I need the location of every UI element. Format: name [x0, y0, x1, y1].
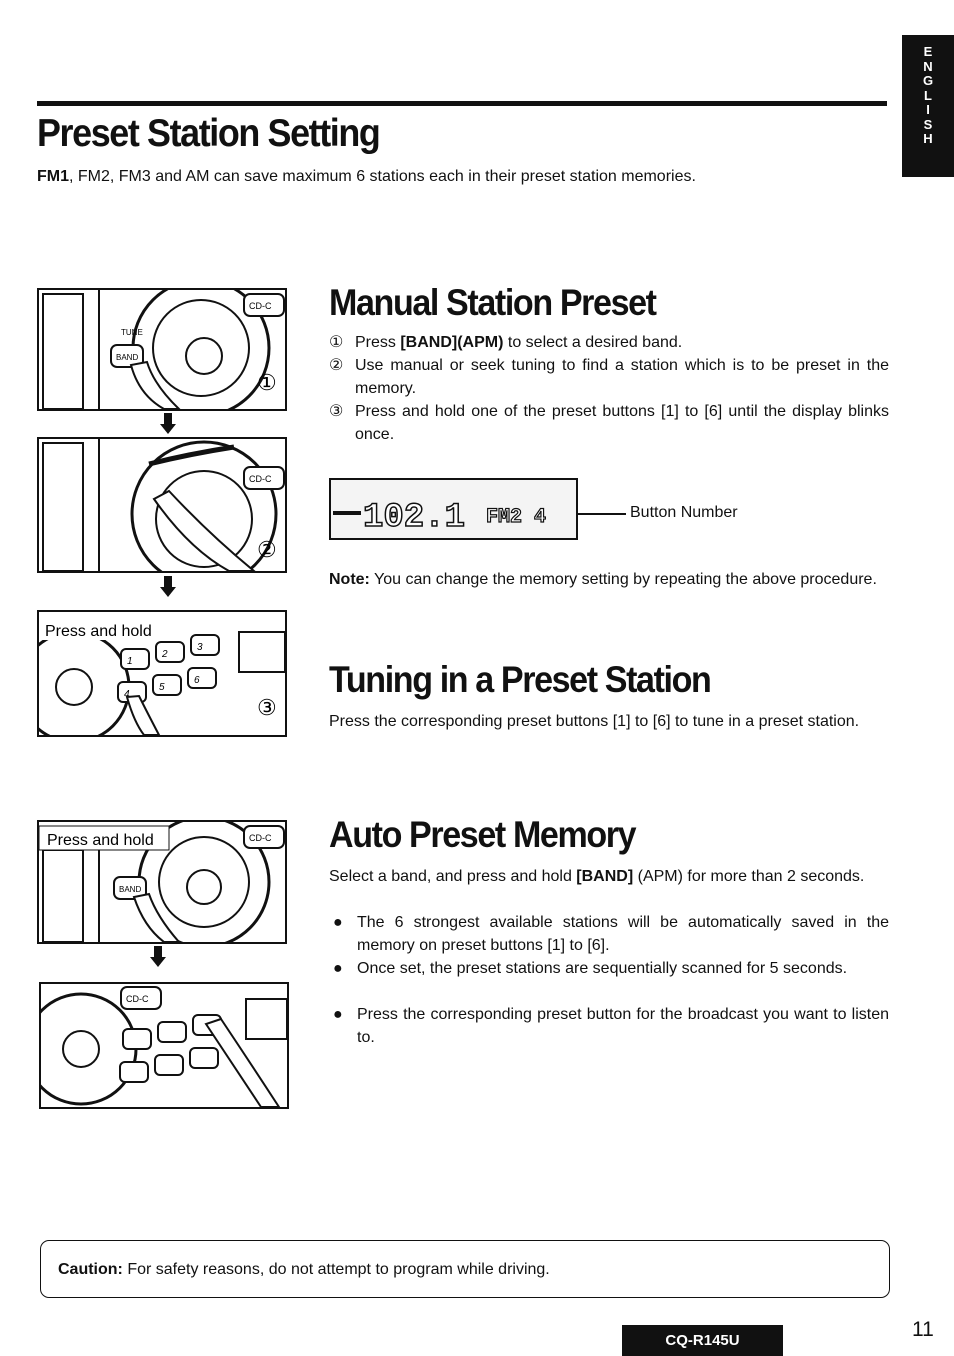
intro-text: FM1, FM2, FM3 and AM can save maximum 6 …: [37, 165, 696, 188]
auto-bullets: ● The 6 strongest available stations will…: [329, 911, 889, 1049]
display-preset-number: 4: [534, 506, 546, 529]
preset-3: 3: [197, 642, 203, 653]
step-number: ③: [329, 403, 344, 420]
auto-intro-text: Select a band, and press and hold: [329, 868, 577, 885]
tab-letter: H: [923, 131, 933, 146]
manual-steps: ① Press [BAND](APM) to select a desired b…: [329, 331, 889, 446]
cdc-label: CD-C: [249, 474, 272, 484]
illustration-auto-1: BAND CD-C Press and hold: [37, 820, 287, 944]
bullet-text: The 6 strongest available stations will …: [357, 914, 889, 954]
intro-bold: FM1: [37, 168, 69, 185]
page-title: Preset Station Setting: [37, 112, 381, 155]
section-rule: [37, 101, 887, 106]
illustration-step-3: 1 2 3 4 5 6 Press and hold ③: [37, 610, 287, 737]
step-2-marker: ②: [257, 537, 277, 562]
step-1-marker: ①: [257, 370, 277, 395]
manual-step-3: ③ Press and hold one of the preset button…: [329, 400, 889, 446]
section-title-tuning: Tuning in a Preset Station: [329, 659, 712, 700]
preset-1: 1: [127, 656, 133, 667]
step-text: Press and hold one of the preset buttons…: [355, 403, 889, 443]
auto-intro-key: [BAND]: [576, 868, 634, 885]
illustration-step-1: BAND TUNE CD-C ①: [37, 288, 287, 411]
button-number-callout: Button Number: [630, 504, 738, 521]
note-label: Note:: [329, 571, 370, 588]
cdc-label: CD-C: [126, 994, 149, 1004]
down-arrow-head: [160, 587, 176, 597]
bullet-icon: ●: [333, 914, 343, 931]
step-text: to select a desired band.: [503, 334, 683, 351]
display-frequency: 102.1: [363, 499, 465, 537]
section-title-auto: Auto Preset Memory: [329, 814, 637, 855]
step-text: Press: [355, 334, 401, 351]
tab-letter: G: [922, 73, 934, 88]
caution-label: Caution:: [58, 1261, 123, 1278]
tab-letter: S: [923, 116, 933, 132]
preset-5: 5: [159, 682, 165, 693]
down-arrow-head: [160, 424, 176, 434]
note-text: You can change the memory setting by rep…: [369, 571, 877, 588]
bullet-icon: ●: [333, 960, 343, 977]
bullet-text: Press the corresponding preset button fo…: [357, 1006, 889, 1046]
caution-text: For safety reasons, do not attempt to pr…: [122, 1261, 550, 1278]
preset-2: 2: [161, 649, 168, 660]
down-arrow-head: [150, 957, 166, 967]
bullet-item: ● Once set, the preset stations are seque…: [329, 957, 889, 980]
auto-intro-text: (APM) for more than 2 seconds.: [633, 868, 865, 885]
tab-letter: E: [923, 44, 933, 59]
preset-6: 6: [194, 675, 200, 686]
step-number: ②: [329, 357, 344, 374]
bullet-text: Once set, the preset stations are sequen…: [357, 960, 848, 977]
caution-box: Caution: For safety reasons, do not atte…: [40, 1240, 890, 1298]
display-band: FM2: [486, 506, 522, 529]
manual-note: Note: You can change the memory setting …: [329, 568, 889, 591]
step-number: ①: [329, 334, 344, 351]
tune-label: TUNE: [121, 328, 143, 337]
bullet-item: ● The 6 strongest available stations will…: [329, 911, 889, 957]
manual-step-1: ① Press [BAND](APM) to select a desired b…: [329, 331, 889, 354]
band-label: BAND: [119, 885, 141, 894]
tuning-text: Press the corresponding preset buttons […: [329, 713, 860, 730]
press-and-hold-label: Press and hold: [47, 832, 154, 849]
step-key: [BAND](APM): [400, 334, 504, 351]
tab-letter: N: [923, 58, 933, 74]
band-label: BAND: [116, 353, 138, 362]
press-and-hold-label: Press and hold: [45, 623, 152, 640]
model-badge: CQ-R145U: [622, 1325, 783, 1356]
cdc-label: CD-C: [249, 301, 272, 311]
manual-step-2: ② Use manual or seek tuning to find a sta…: [329, 354, 889, 400]
language-tab-english: E N G L I S H: [902, 35, 954, 177]
cdc-label: CD-C: [249, 833, 272, 843]
auto-intro: Select a band, and press and hold [BAND]…: [329, 865, 889, 888]
illustration-auto-2: CD-C: [39, 982, 289, 1109]
illustration-step-2: CD-C ②: [37, 437, 287, 573]
bullet-item: ● Press the corresponding preset button f…: [329, 1003, 889, 1049]
step-3-marker: ③: [257, 695, 277, 720]
section-title-manual: Manual Station Preset: [329, 282, 657, 323]
page-number: 11: [912, 1318, 934, 1341]
bullet-icon: ●: [333, 1006, 343, 1023]
tab-letter: L: [924, 87, 932, 103]
radio-display-illustration: 102.1 FM2 4: [329, 478, 578, 540]
step-text: Use manual or seek tuning to find a stat…: [355, 357, 889, 397]
callout-line: [578, 513, 626, 515]
intro-rest: , FM2, FM3 and AM can save maximum 6 sta…: [69, 168, 696, 185]
tab-letter: I: [926, 102, 930, 117]
